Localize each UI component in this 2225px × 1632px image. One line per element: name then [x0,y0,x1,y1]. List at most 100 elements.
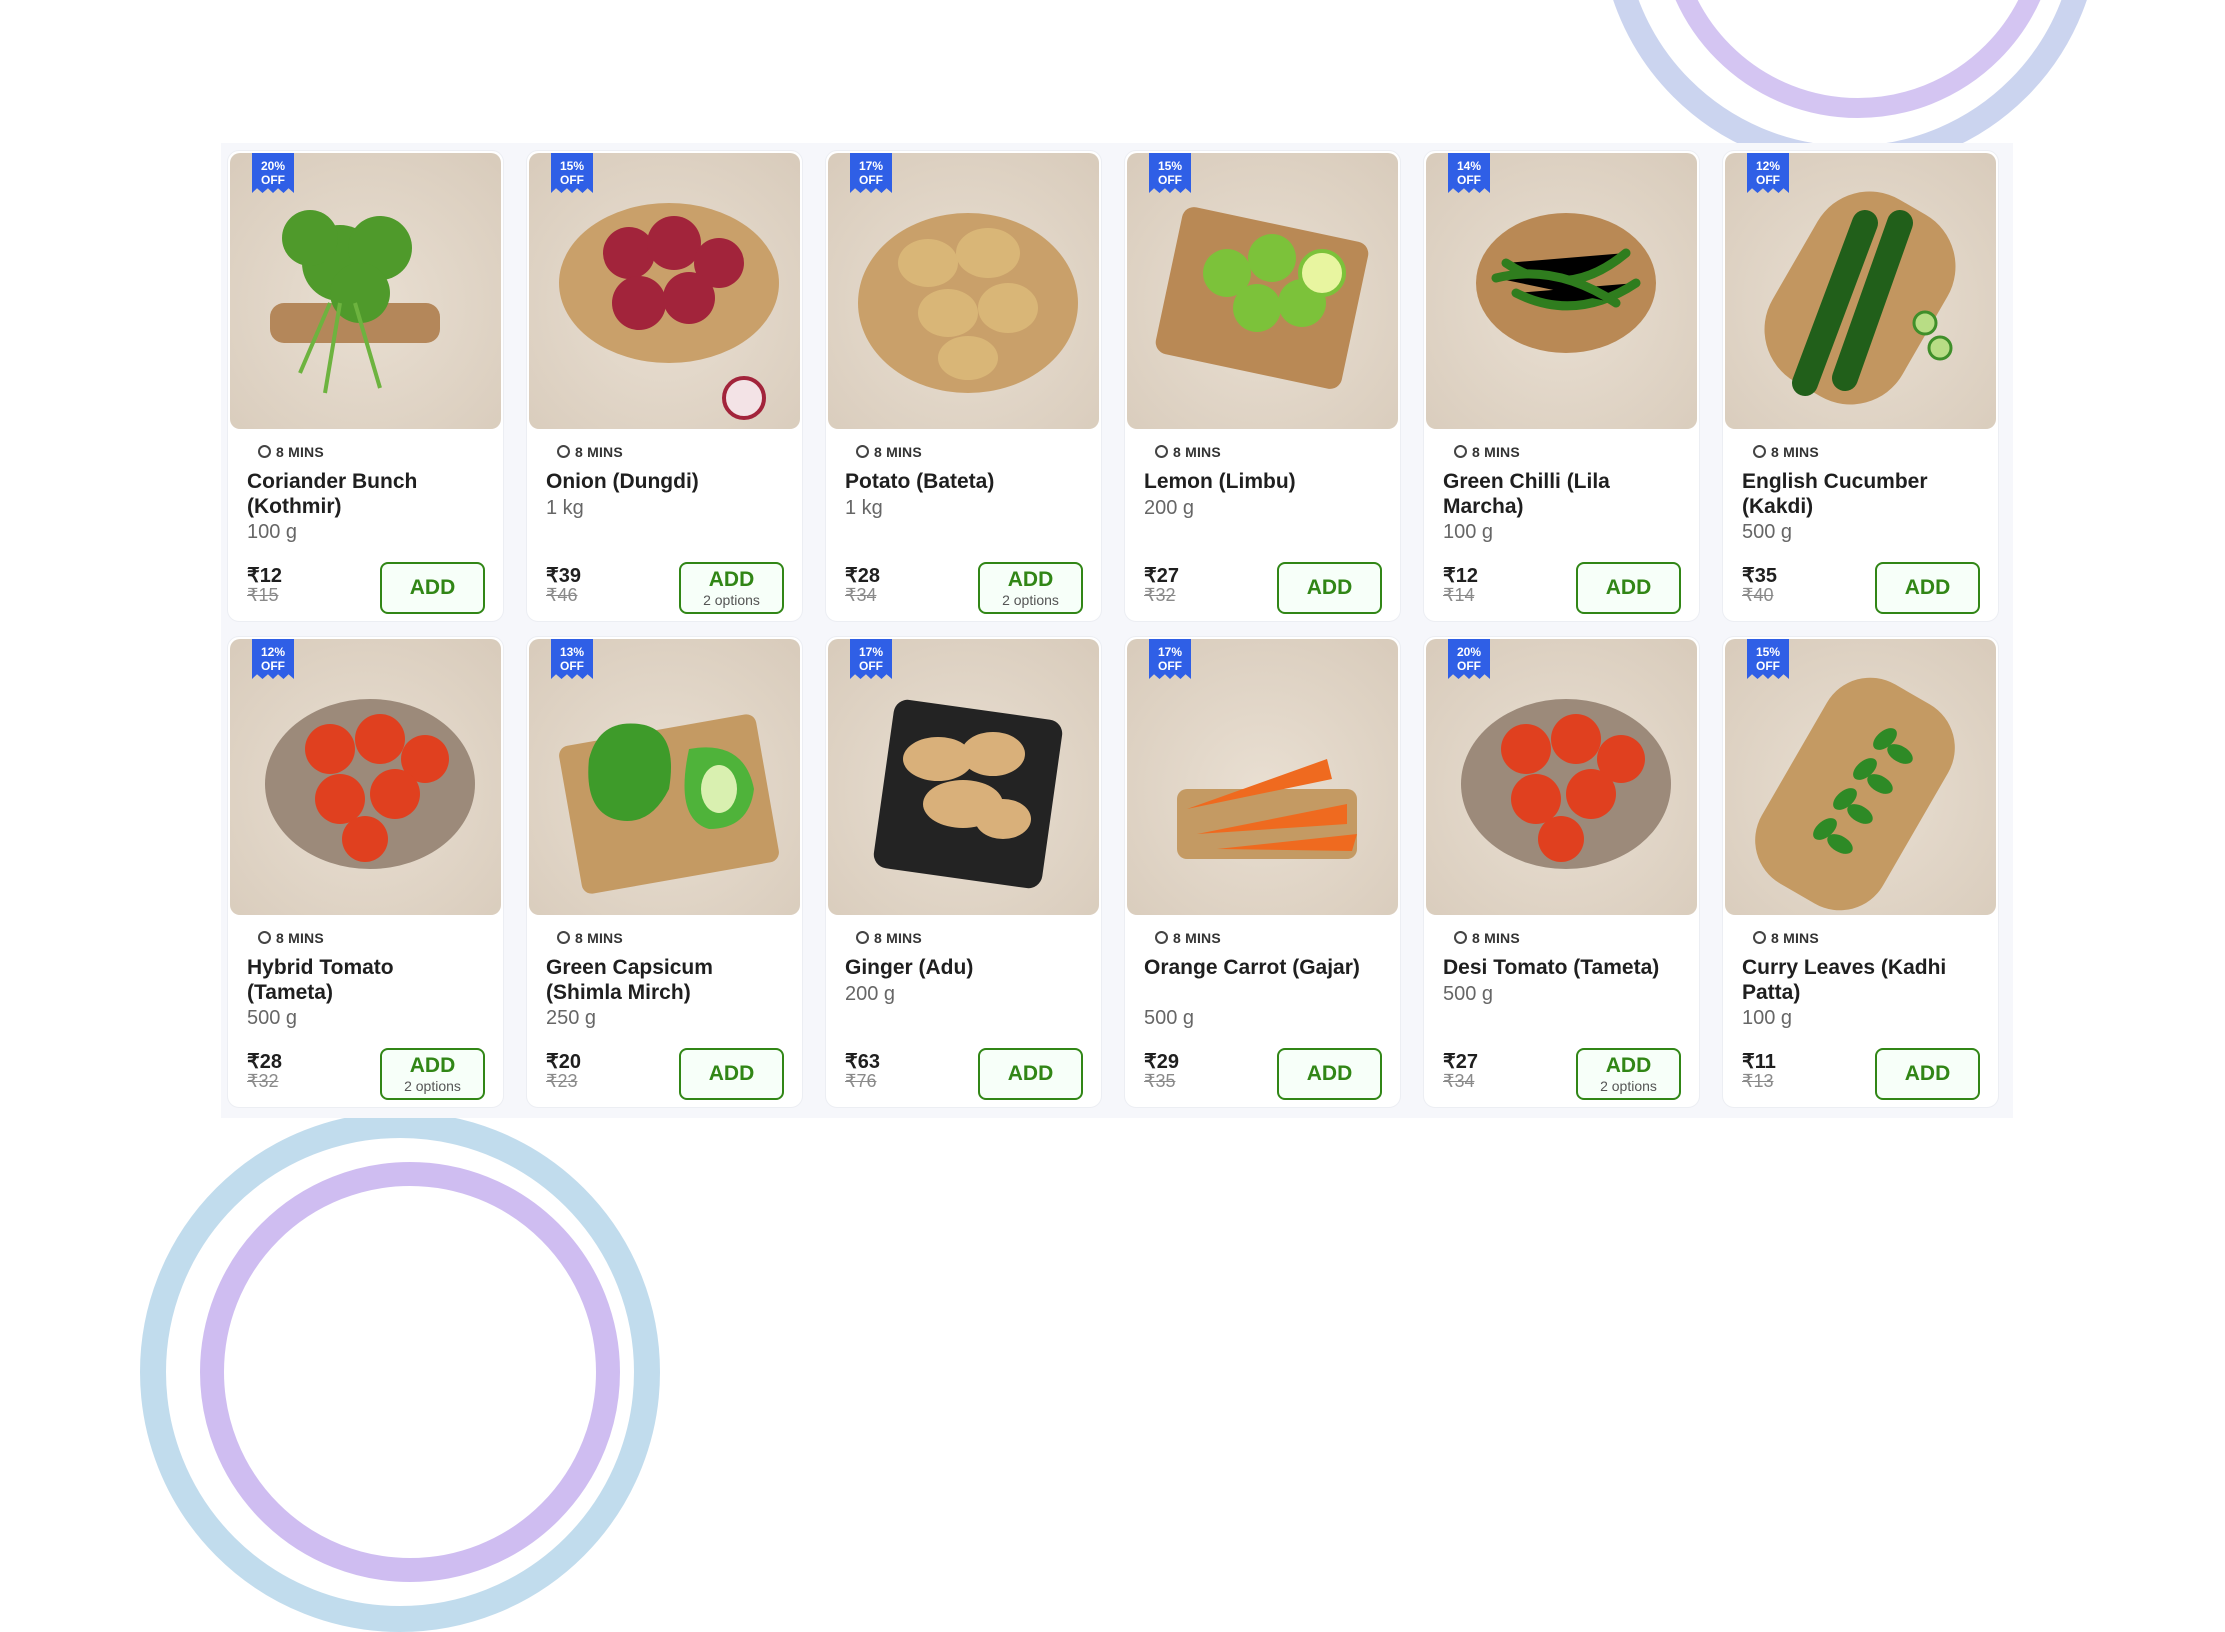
product-name[interactable]: Hybrid Tomato (Tameta) [247,955,482,1005]
cucumber-image[interactable] [1725,153,1996,429]
product-card[interactable]: 15% OFF 8 MINS Onion (Dungdi) 1 kg ₹39 ₹… [526,150,803,622]
product-card[interactable]: 15% OFF 8 MINS Lemon (Limbu) 200 g ₹27 ₹… [1124,150,1401,622]
product-card[interactable]: 20% OFF 8 MINS Coriander Bunch (Kothmir)… [227,150,504,622]
add-button[interactable]: ADD 2 options [679,562,784,614]
add-button[interactable]: ADD [1875,562,1980,614]
add-button[interactable]: ADD [1277,1048,1382,1100]
discount-off-label: OFF [1756,173,1780,187]
product-mrp: ₹76 [845,1071,877,1091]
discount-badge: 12% OFF [252,639,294,679]
product-name[interactable]: English Cucumber (Kakdi) [1742,469,1977,519]
discount-percent: 15% [1157,159,1183,173]
product-name[interactable]: Coriander Bunch (Kothmir) [247,469,482,519]
clock-icon [1155,931,1168,944]
product-name[interactable]: Green Capsicum (Shimla Mirch) [546,955,781,1005]
discount-percent: 13% [559,645,585,659]
product-name[interactable]: Orange Carrot (Gajar) [1144,955,1379,980]
product-card[interactable]: 12% OFF 8 MINS English Cucumber (Kakdi) … [1722,150,1999,622]
product-mrp: ₹40 [1742,585,1774,605]
product-name[interactable]: Desi Tomato (Tameta) [1443,955,1678,980]
product-name[interactable]: Green Chilli (Lila Marcha) [1443,469,1678,519]
product-name[interactable]: Potato (Bateta) [845,469,1080,494]
clock-icon [258,445,271,458]
product-quantity: 100 g [1742,1007,1793,1029]
discount-off-label: OFF [560,173,584,187]
delivery-eta: 8 MINS [557,444,623,460]
product-mrp: ₹23 [546,1071,578,1091]
product-card[interactable]: 13% OFF 8 MINS Green Capsicum (Shimla Mi… [526,636,803,1108]
tomato-image[interactable] [1426,639,1697,915]
product-card[interactable]: 20% OFF 8 MINS Desi Tomato (Tameta) 500 … [1423,636,1700,1108]
product-card[interactable]: 17% OFF 8 MINS Ginger (Adu) 200 g ₹63 ₹7… [825,636,1102,1108]
clock-icon [1454,931,1467,944]
add-label: ADD [1007,568,1054,591]
product-name[interactable]: Ginger (Adu) [845,955,1080,980]
coriander-image[interactable] [230,153,501,429]
add-button[interactable]: ADD 2 options [380,1048,485,1100]
product-quantity: 1 kg [845,497,883,519]
discount-percent: 17% [1157,645,1183,659]
discount-percent: 20% [1456,645,1482,659]
carrot-image[interactable] [1127,639,1398,915]
add-button[interactable]: ADD [978,1048,1083,1100]
product-quantity: 250 g [546,1007,597,1029]
discount-off-label: OFF [859,173,883,187]
discount-badge: 20% OFF [252,153,294,193]
discount-percent: 14% [1456,159,1482,173]
clock-icon [258,931,271,944]
add-button[interactable]: ADD [1576,562,1681,614]
add-button[interactable]: ADD [1277,562,1382,614]
discount-percent: 12% [1755,159,1781,173]
product-name[interactable]: Onion (Dungdi) [546,469,781,494]
add-label: ADD [1007,1062,1054,1085]
product-quantity: 100 g [247,521,298,543]
ginger-image[interactable] [828,639,1099,915]
product-quantity: 500 g [1443,983,1494,1005]
product-card[interactable]: 14% OFF 8 MINS Green Chilli (Lila Marcha… [1423,150,1700,622]
lemon-image[interactable] [1127,153,1398,429]
discount-percent: 17% [858,645,884,659]
product-card[interactable]: 17% OFF 8 MINS Orange Carrot (Gajar) 500… [1124,636,1401,1108]
chilli-image[interactable] [1426,153,1697,429]
clock-icon [1454,445,1467,458]
discount-percent: 15% [1755,645,1781,659]
clock-icon [856,931,869,944]
product-mrp: ₹13 [1742,1071,1774,1091]
discount-badge: 15% OFF [551,153,593,193]
add-button[interactable]: ADD [380,562,485,614]
add-label: ADD [1605,576,1652,599]
curry-leaves-image[interactable] [1725,639,1996,915]
delivery-eta: 8 MINS [258,444,324,460]
add-button[interactable]: ADD [1875,1048,1980,1100]
eta-text: 8 MINS [874,444,922,460]
options-label: 2 options [404,1078,461,1094]
product-quantity: 500 g [1144,1007,1195,1029]
product-card[interactable]: 17% OFF 8 MINS Potato (Bateta) 1 kg ₹28 … [825,150,1102,622]
potato-image[interactable] [828,153,1099,429]
eta-text: 8 MINS [1173,444,1221,460]
add-label: ADD [409,1054,456,1077]
delivery-eta: 8 MINS [1454,930,1520,946]
capsicum-image[interactable] [529,639,800,915]
product-mrp: ₹32 [247,1071,279,1091]
product-name[interactable]: Lemon (Limbu) [1144,469,1379,494]
product-card[interactable]: 12% OFF 8 MINS Hybrid Tomato (Tameta) 50… [227,636,504,1108]
eta-text: 8 MINS [276,930,324,946]
onion-image[interactable] [529,153,800,429]
discount-percent: 20% [260,159,286,173]
product-name[interactable]: Curry Leaves (Kadhi Patta) [1742,955,1977,1005]
clock-icon [557,445,570,458]
discount-badge: 20% OFF [1448,639,1490,679]
discount-off-label: OFF [261,173,285,187]
add-button[interactable]: ADD 2 options [1576,1048,1681,1100]
discount-off-label: OFF [560,659,584,673]
discount-off-label: OFF [1457,659,1481,673]
tomato-image[interactable] [230,639,501,915]
add-button[interactable]: ADD [679,1048,784,1100]
clock-icon [557,931,570,944]
product-quantity: 200 g [845,983,896,1005]
discount-percent: 17% [858,159,884,173]
product-card[interactable]: 15% OFF 8 MINS Curry Leaves (Kadhi Patta… [1722,636,1999,1108]
add-button[interactable]: ADD 2 options [978,562,1083,614]
product-quantity: 200 g [1144,497,1195,519]
